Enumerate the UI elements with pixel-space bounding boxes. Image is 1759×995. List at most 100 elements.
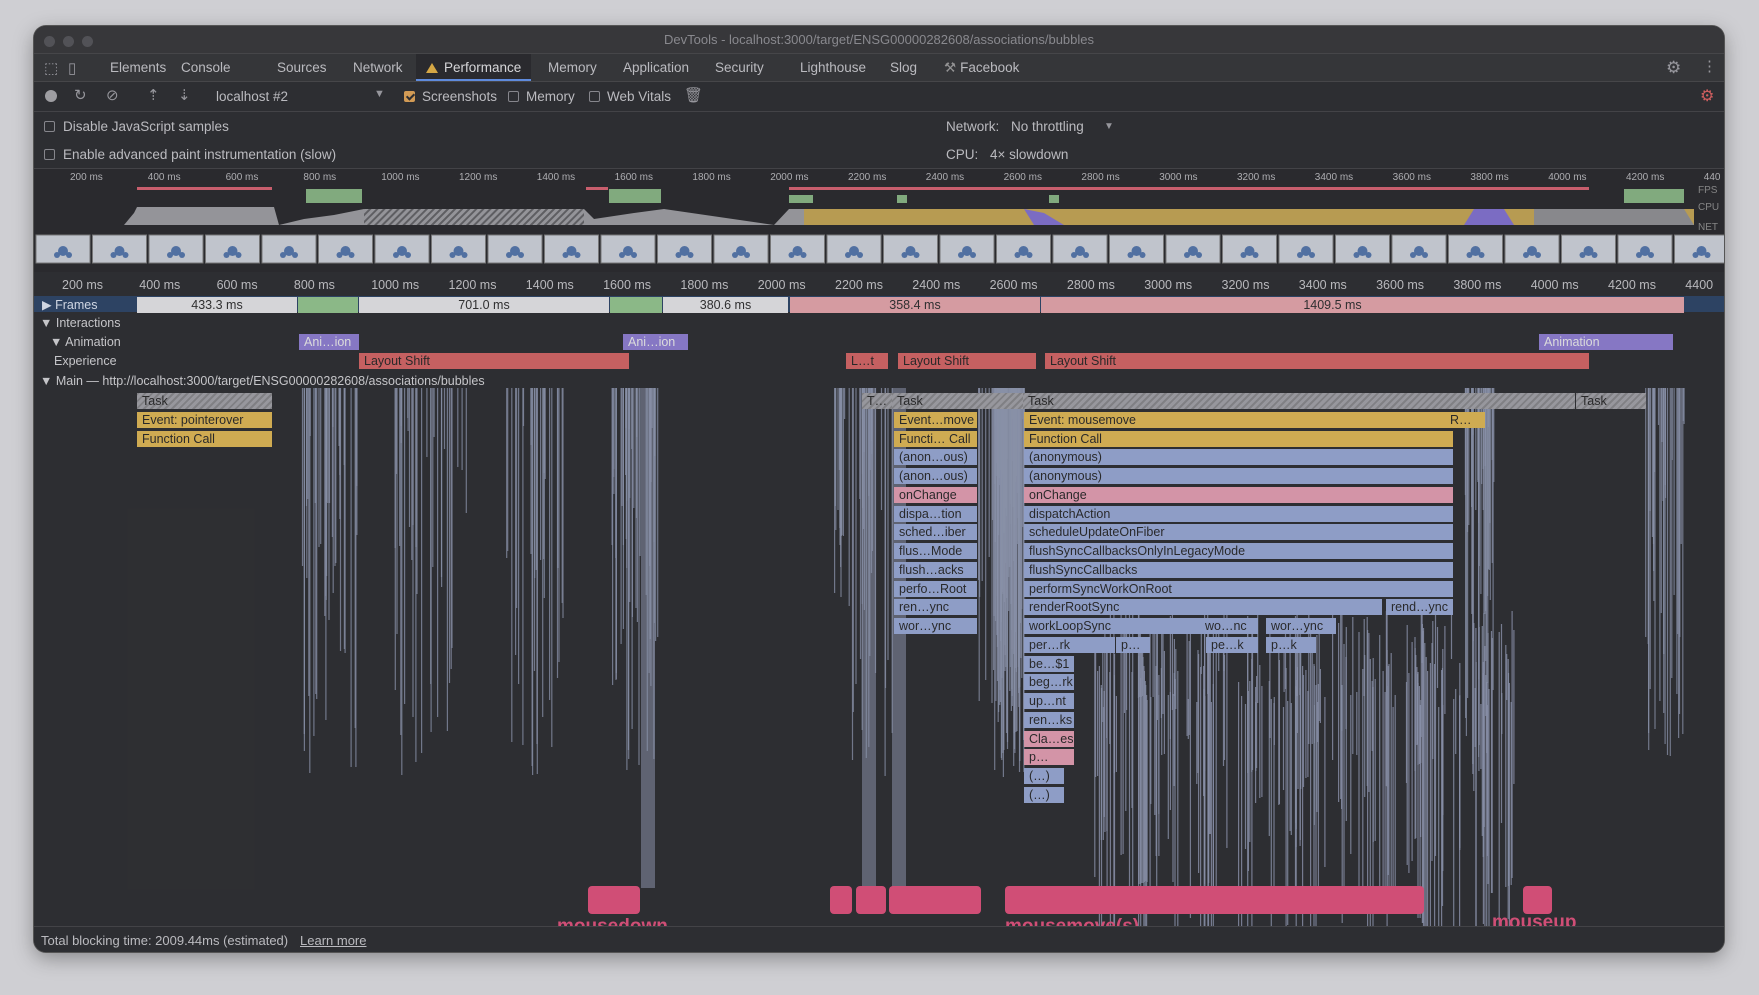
tab-application[interactable]: Application: [623, 54, 689, 81]
flame-chart-area[interactable]: 200 ms 400 ms 600 ms 800 ms 1000 ms 1200 ms 14…: [34, 278, 1724, 948]
tab-memory[interactable]: Memory: [548, 54, 597, 81]
cpu-throttling-select[interactable]: 4× slowdown: [990, 147, 1068, 162]
frame-bar[interactable]: 358.4 ms: [790, 297, 1040, 313]
layout-shift-bar[interactable]: Layout Shift: [359, 353, 629, 369]
flame-entry[interactable]: Task: [1576, 393, 1646, 409]
flame-entry[interactable]: onChange: [1024, 486, 1453, 503]
download-icon[interactable]: ⇣: [178, 86, 191, 104]
web-vitals-checkbox[interactable]: [589, 91, 600, 102]
flame-entry[interactable]: scheduleUpdateOnFiber: [1024, 524, 1453, 541]
flame-entry[interactable]: onChange: [894, 486, 977, 503]
frame-bar-dropped[interactable]: [610, 297, 662, 313]
flame-entry[interactable]: Task: [892, 393, 1042, 409]
upload-icon[interactable]: ⇡: [147, 86, 160, 104]
flame-entry[interactable]: rend…ync: [1386, 599, 1453, 616]
tab-network[interactable]: Network: [353, 54, 403, 81]
network-throttling-select[interactable]: No throttling: [1011, 119, 1084, 134]
flame-entry[interactable]: up…nt: [1024, 693, 1074, 709]
frame-bar[interactable]: 433.3 ms: [137, 297, 297, 313]
trash-icon[interactable]: 🗑: [684, 86, 703, 104]
flame-entry[interactable]: p…k: [1266, 636, 1316, 653]
flame-entry[interactable]: sched…iber: [894, 524, 977, 541]
flame-entry[interactable]: wo…nc: [1200, 618, 1258, 634]
frame-bar[interactable]: 1409.5 ms: [1041, 297, 1624, 313]
flame-entry[interactable]: Task: [137, 393, 272, 409]
animation-bar[interactable]: Ani…ion: [299, 334, 359, 350]
flame-entry[interactable]: Task: [1023, 393, 1575, 409]
flame-entry[interactable]: R…: [1445, 411, 1485, 428]
tab-sources[interactable]: Sources: [277, 54, 327, 81]
timeline-overview[interactable]: 200 ms 400 ms 600 ms 800 ms 1000 ms 1200 ms 14…: [34, 169, 1724, 272]
flame-entry[interactable]: (anon…ous): [894, 468, 977, 484]
advanced-paint-checkbox[interactable]: [44, 149, 55, 160]
flame-entry[interactable]: pe…k: [1206, 636, 1258, 653]
capture-settings-gear-icon[interactable]: ⚙: [1700, 86, 1714, 106]
flame-entry[interactable]: performSyncWorkOnRoot: [1024, 580, 1453, 597]
flame-entry[interactable]: p…: [1024, 749, 1074, 766]
flame-entry[interactable]: dispatchAction: [1024, 505, 1453, 522]
tab-facebook[interactable]: ⚒ Facebook: [944, 54, 1019, 81]
flame-entry[interactable]: Cla…es: [1024, 730, 1074, 747]
clear-icon[interactable]: ⊘: [106, 86, 119, 104]
frames-track-label[interactable]: ▶ Frames: [42, 297, 97, 312]
reload-icon[interactable]: ↻: [74, 86, 87, 104]
tab-elements[interactable]: Elements: [110, 54, 166, 81]
tab-lighthouse[interactable]: Lighthouse: [800, 54, 866, 81]
device-toolbar-icon[interactable]: ▯: [68, 59, 76, 77]
chevron-down-icon[interactable]: ▼: [1104, 121, 1114, 132]
flame-entry[interactable]: (anon…ous): [894, 449, 977, 466]
flame-entry[interactable]: T…: [862, 393, 892, 409]
flame-entry[interactable]: p…: [1116, 636, 1150, 653]
tab-slog[interactable]: Slog: [890, 54, 917, 81]
flame-entry[interactable]: (…): [1024, 786, 1064, 803]
flame-entry[interactable]: perfo…Root: [894, 580, 977, 597]
frame-bar[interactable]: 380.6 ms: [663, 297, 788, 313]
tab-security[interactable]: Security: [715, 54, 764, 81]
flame-entry[interactable]: ren…ks: [1024, 711, 1074, 728]
experience-track-label[interactable]: Experience: [54, 354, 117, 368]
animation-track-label[interactable]: ▼ Animation: [50, 335, 121, 349]
more-menu-icon[interactable]: ⋮: [1702, 57, 1717, 75]
flame-entry[interactable]: renderRootSync: [1024, 599, 1382, 616]
flame-entry[interactable]: ren…ync: [894, 599, 977, 616]
flame-entry[interactable]: Event…move: [894, 411, 977, 428]
flame-entry[interactable]: be…$1: [1024, 655, 1074, 672]
chevron-down-icon[interactable]: ▼: [374, 88, 385, 100]
animation-bar[interactable]: Ani…ion: [623, 334, 688, 350]
layout-shift-bar[interactable]: L…t: [846, 353, 888, 369]
flame-entry[interactable]: (…): [1024, 768, 1064, 784]
flame-entry[interactable]: wor…ync: [1266, 618, 1336, 634]
flame-entry[interactable]: Event: mousemove: [1024, 411, 1453, 428]
interactions-track-label[interactable]: ▼ Interactions: [40, 316, 120, 330]
flame-entry[interactable]: flush…acks: [894, 561, 977, 578]
animation-bar[interactable]: Animation: [1539, 334, 1673, 350]
flame-entry[interactable]: (anonymous): [1024, 449, 1453, 466]
flame-entry[interactable]: Function Call: [1024, 430, 1453, 447]
record-icon[interactable]: [45, 90, 57, 102]
flame-entry[interactable]: flushSyncCallbacks: [1024, 561, 1453, 578]
flame-entry[interactable]: per…rk: [1024, 636, 1115, 653]
layout-shift-bar[interactable]: Layout Shift: [898, 353, 1036, 369]
learn-more-link[interactable]: Learn more: [300, 933, 366, 948]
tab-console[interactable]: Console: [181, 54, 231, 81]
frame-bar-dropped[interactable]: [298, 297, 358, 313]
flame-entry[interactable]: Functi… Call: [894, 430, 977, 447]
layout-shift-bar[interactable]: Layout Shift: [1045, 353, 1589, 369]
frame-bar[interactable]: 701.0 ms: [359, 297, 609, 313]
flame-entry[interactable]: Function Call: [137, 430, 272, 447]
flame-entry[interactable]: (anonymous): [1024, 468, 1453, 484]
flame-entry[interactable]: beg…rk: [1024, 674, 1074, 691]
inspect-element-icon[interactable]: ⬚: [44, 59, 58, 77]
flame-entry[interactable]: wor…ync: [894, 618, 977, 634]
flame-entry[interactable]: workLoopSync: [1024, 618, 1200, 634]
flame-entry[interactable]: Event: pointerover: [137, 411, 272, 428]
flame-entry[interactable]: flus…Mode: [894, 543, 977, 559]
frame-bar-dropped[interactable]: [1624, 297, 1684, 313]
memory-checkbox[interactable]: [508, 91, 519, 102]
disable-js-samples-checkbox[interactable]: [44, 121, 55, 132]
gear-icon[interactable]: ⚙: [1666, 58, 1681, 78]
flame-entry[interactable]: flushSyncCallbacksOnlyInLegacyMode: [1024, 543, 1453, 559]
flame-entry[interactable]: dispa…tion: [894, 505, 977, 522]
screenshots-checkbox[interactable]: [404, 91, 415, 102]
main-thread-track-label[interactable]: ▼ Main — http://localhost:3000/target/EN…: [40, 374, 485, 388]
